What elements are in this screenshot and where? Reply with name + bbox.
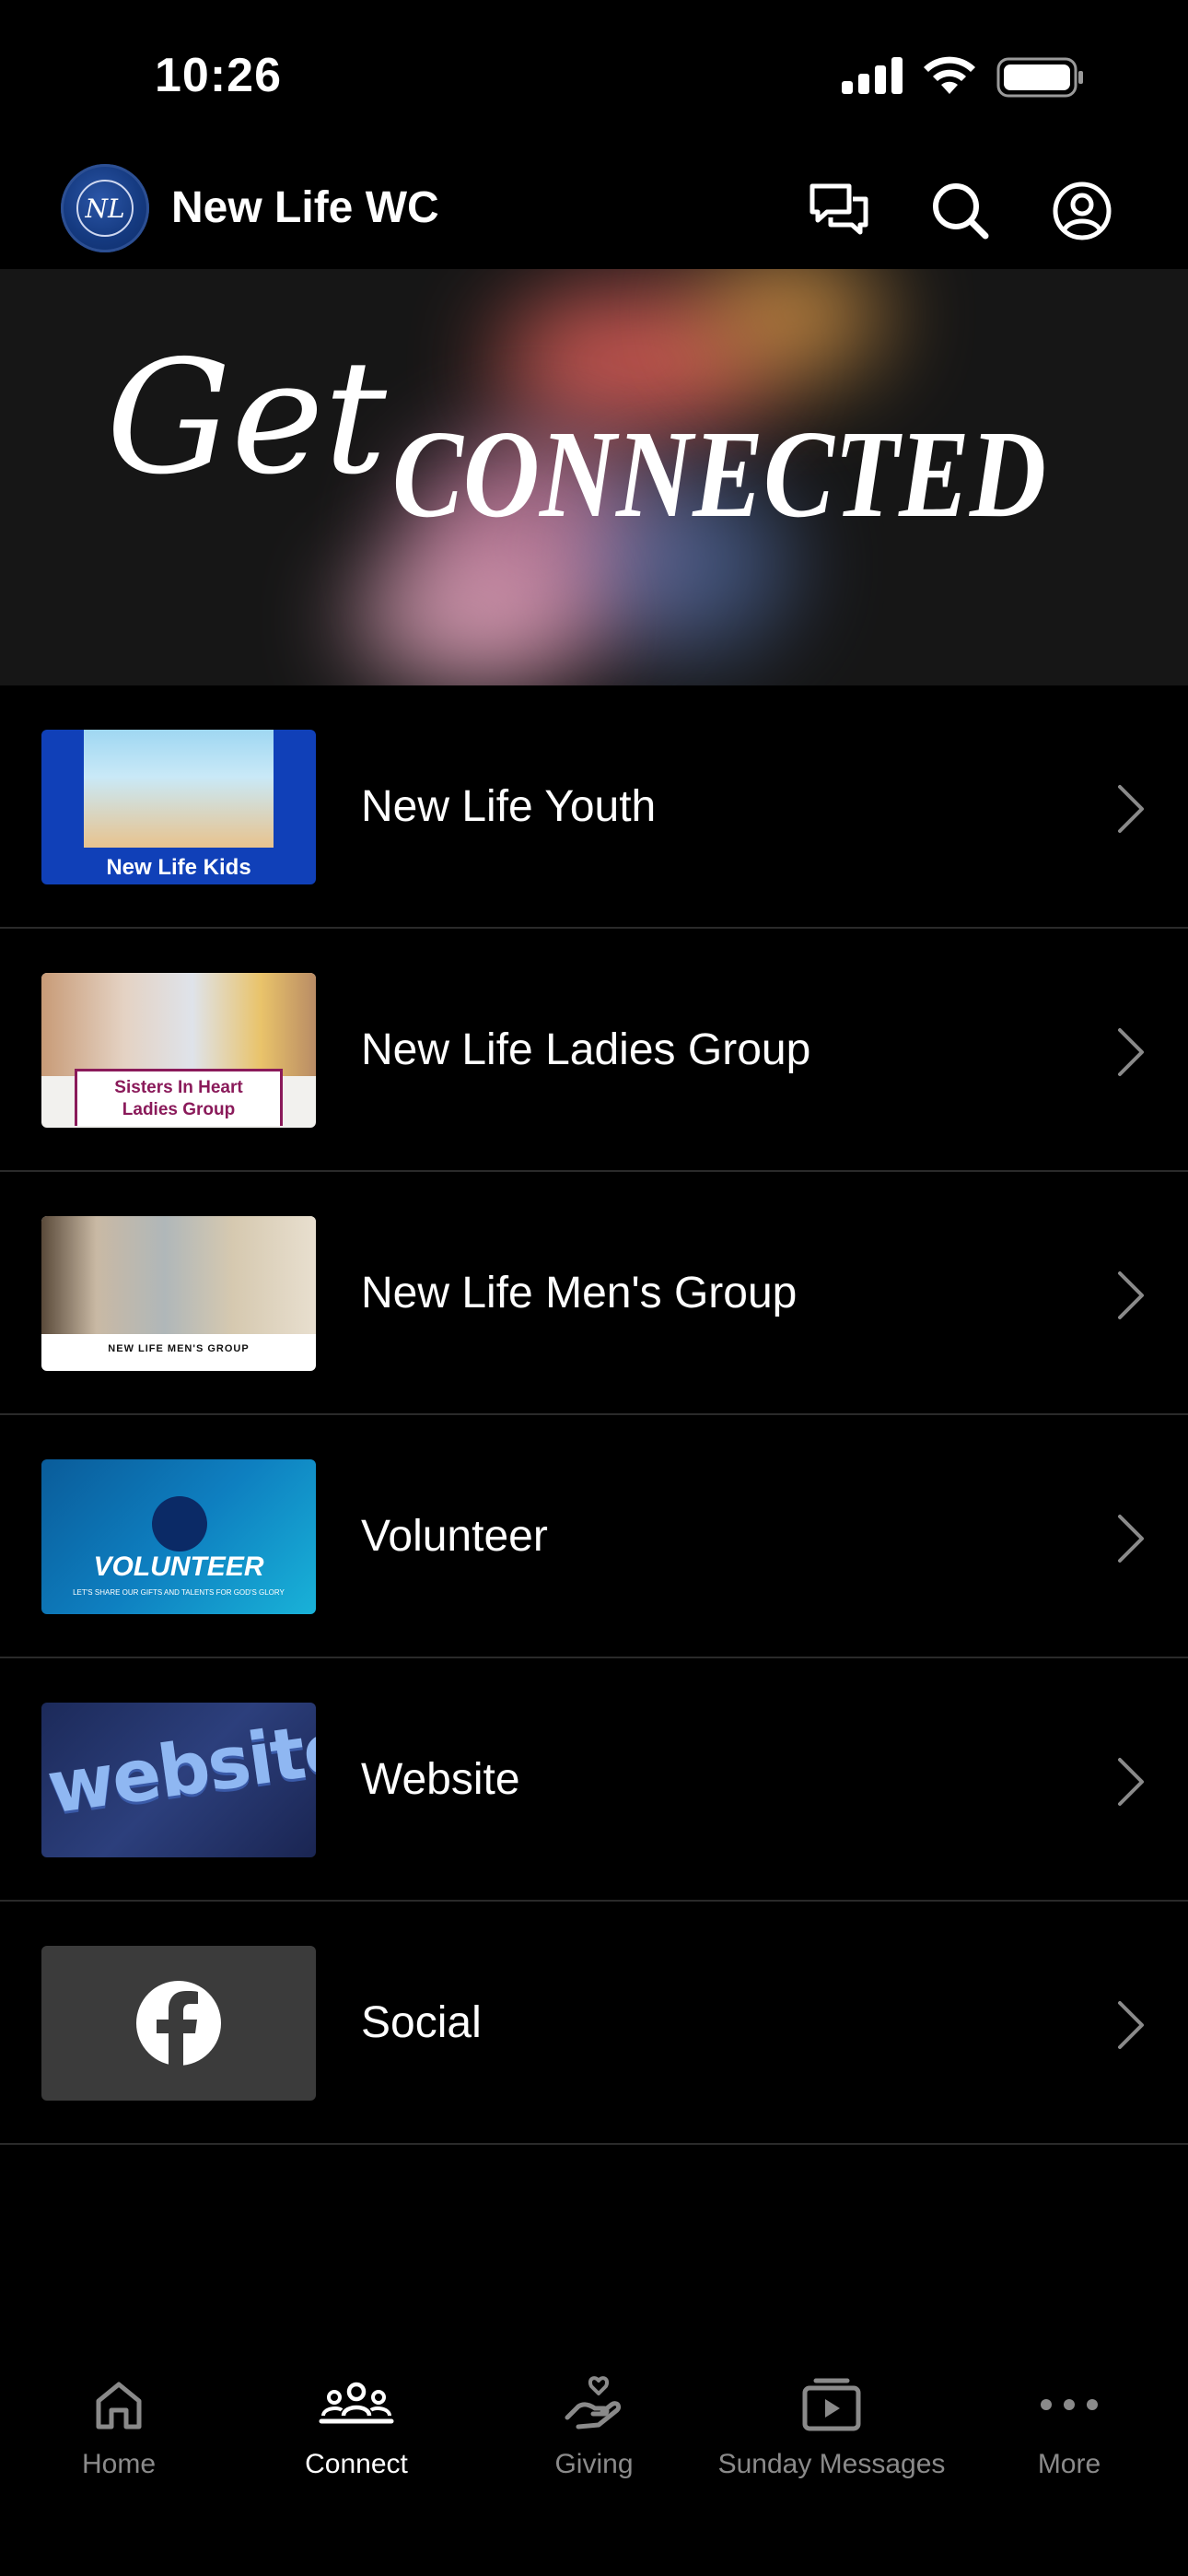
chevron-right-icon [1118, 1028, 1144, 1076]
banner-heading: Get CONNECTED [106, 327, 1046, 544]
tab-giving[interactable]: Giving [475, 2368, 713, 2480]
volunteer-thumbnail: VOLUNTEER LET'S SHARE OUR GIFTS AND TALE… [41, 1459, 316, 1614]
item-label: Website [361, 1755, 520, 1804]
tab-more[interactable]: More [950, 2368, 1188, 2480]
banner-script-word: Get [106, 327, 387, 509]
cellular-signal-icon [842, 57, 903, 94]
tab-sunday-messages[interactable]: Sunday Messages [713, 2368, 950, 2480]
mens-thumbnail: NEW LIFE MEN'S GROUP [41, 1216, 316, 1371]
chat-bubbles-icon [809, 183, 868, 235]
battery-icon [996, 57, 1083, 98]
tab-home[interactable]: Home [0, 2368, 238, 2480]
home-icon [96, 2382, 142, 2430]
chevron-right-icon [1118, 785, 1144, 833]
giving-hand-icon [565, 2376, 622, 2430]
tab-label: Connect [305, 2449, 408, 2479]
list-item-volunteer[interactable]: VOLUNTEER LET'S SHARE OUR GIFTS AND TALE… [0, 1415, 1188, 1658]
thumb-caption-line2: Ladies Group [122, 1100, 236, 1119]
list-item-new-life-youth[interactable]: New Life Kids New Life Youth [0, 685, 1188, 929]
thumb-subcaption: LET'S SHARE OUR GIFTS AND TALENTS FOR GO… [73, 1588, 285, 1597]
get-connected-banner: Get CONNECTED [0, 269, 1188, 685]
facebook-icon [136, 1981, 221, 2066]
chevron-right-icon [1118, 2001, 1144, 2049]
tab-label: More [1037, 2449, 1101, 2479]
app-title: New Life WC [171, 183, 439, 232]
profile-button[interactable] [1050, 179, 1114, 243]
thumb-caption-box: Sisters In Heart Ladies Group [75, 1069, 283, 1126]
list-item-mens-group[interactable]: NEW LIFE MEN'S GROUP New Life Men's Grou… [0, 1172, 1188, 1415]
thumb-caption-line1: Sisters In Heart [114, 1078, 243, 1097]
status-bar: 10:26 [0, 0, 1188, 157]
banner-caps-word: CONNECTED [392, 405, 1046, 544]
men-photo [41, 1216, 316, 1334]
list-item-ladies-group[interactable]: Sisters In Heart Ladies Group New Life L… [0, 929, 1188, 1172]
item-label: New Life Men's Group [361, 1269, 798, 1317]
tab-label: Giving [554, 2449, 634, 2479]
people-icon [319, 2382, 394, 2424]
video-stack-icon [802, 2378, 861, 2431]
thumb-caption: NEW LIFE MEN'S GROUP [108, 1343, 250, 1354]
raised-hands-icon [152, 1496, 207, 1551]
thumb-caption: VOLUNTEER [93, 1551, 264, 1582]
app-header: NL New Life WC [0, 157, 1188, 269]
search-icon [933, 183, 989, 240]
item-label: New Life Youth [361, 782, 657, 831]
chevron-right-icon [1118, 1758, 1144, 1806]
ladies-thumbnail: Sisters In Heart Ladies Group [41, 973, 316, 1128]
list-item-social[interactable]: Social [0, 1902, 1188, 2145]
ladies-photo [41, 973, 316, 1076]
chevron-right-icon [1118, 1515, 1144, 1563]
ellipsis-icon [1041, 2399, 1098, 2410]
account-icon [1053, 181, 1112, 240]
status-time: 10:26 [155, 49, 282, 102]
connect-list: New Life Kids New Life Youth Sisters In … [0, 685, 1188, 2145]
tab-label: Home [81, 2449, 157, 2479]
thumb-caption: New Life Kids [106, 855, 251, 880]
wifi-icon [924, 56, 975, 94]
social-thumbnail [41, 1946, 316, 2101]
chat-button[interactable] [807, 179, 871, 243]
logo-text: NL [84, 193, 124, 224]
tab-connect[interactable]: Connect [238, 2368, 475, 2480]
chevron-right-icon [1118, 1271, 1144, 1319]
item-label: Social [361, 1998, 482, 2047]
search-button[interactable] [928, 179, 993, 243]
item-label: New Life Ladies Group [361, 1025, 811, 1074]
list-item-website[interactable]: website Website [0, 1658, 1188, 1902]
church-logo: NL [61, 164, 149, 252]
website-thumbnail: website [41, 1703, 316, 1857]
youth-thumbnail: New Life Kids [41, 730, 316, 884]
tab-bar: Home Connect Giving Sunday Messages More [0, 2340, 1188, 2576]
kids-photo [84, 730, 274, 848]
item-label: Volunteer [361, 1512, 548, 1561]
tab-label: Sunday Messages [717, 2449, 946, 2479]
thumb-caption: website [42, 1705, 316, 1831]
